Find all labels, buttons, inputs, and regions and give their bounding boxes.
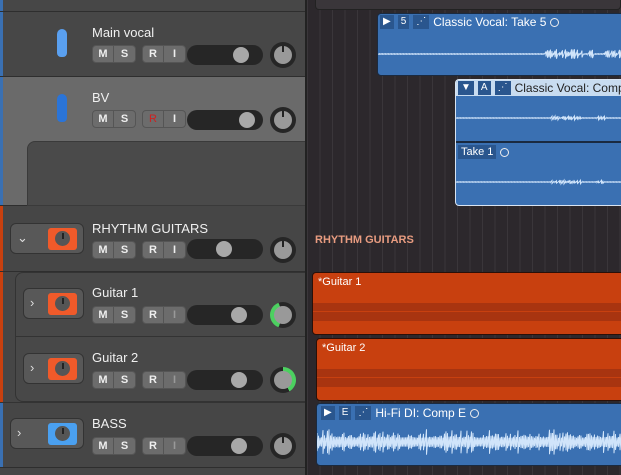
take-letter: E: [338, 406, 352, 420]
region-title: Hi-Fi DI: Comp E: [375, 406, 467, 420]
region-bv-comp[interactable]: ▼ A ⋰ Classic Vocal: Comp Take 1: [455, 79, 621, 206]
region-main-vocal[interactable]: ▶ 5 ⋰ Classic Vocal: Take 5: [377, 13, 621, 76]
waveform: [456, 114, 621, 122]
take-letter: A: [477, 81, 491, 95]
mute-button[interactable]: M: [93, 438, 114, 454]
track-header-bv[interactable]: BV MSRI: [0, 77, 307, 206]
pan-knob[interactable]: [270, 42, 296, 68]
track-header-guitar-2[interactable]: › Guitar 2 MSRI: [15, 337, 307, 402]
pan-knob[interactable]: [270, 367, 296, 393]
record-button[interactable]: R: [143, 46, 164, 62]
track-header-rhythm-guitars[interactable]: ⌄ RHYTHM GUITARS MSRI: [0, 206, 307, 272]
mute-button[interactable]: M: [93, 372, 114, 388]
solo-button[interactable]: S: [114, 46, 135, 62]
track-header-guitar-1[interactable]: › Guitar 1 MSRI: [15, 272, 307, 337]
rhythm-guitars-folder-label: RHYTHM GUITARS: [315, 234, 414, 246]
waveform-path: [317, 429, 621, 455]
pan-knob[interactable]: [270, 302, 296, 328]
waveform-path: [378, 49, 621, 59]
solo-button[interactable]: S: [114, 307, 135, 323]
waveform: [378, 49, 621, 59]
take-number: 5: [397, 15, 410, 29]
mute-button[interactable]: M: [93, 111, 114, 127]
play-icon[interactable]: ▶: [321, 406, 335, 420]
flex-icon[interactable]: ⋰: [494, 81, 511, 95]
track-name: Main vocal: [92, 25, 155, 40]
track-header-bass[interactable]: › BASS MSRI: [0, 402, 307, 468]
input-monitor-button[interactable]: I: [164, 307, 185, 323]
take-folder-disclosure-icon[interactable]: ▼: [458, 81, 474, 95]
record-button[interactable]: R: [143, 438, 164, 454]
region-guitar-2[interactable]: *Guitar 2: [316, 338, 621, 401]
tracks-area[interactable]: ▶ 5 ⋰ Classic Vocal: Take 5 ▼ A ⋰ Classic Voca…: [307, 0, 621, 475]
collapse-chevron-icon[interactable]: ⌄: [17, 230, 28, 246]
volume-fader[interactable]: [187, 110, 263, 130]
microphone-icon: [57, 94, 67, 122]
solo-button[interactable]: S: [114, 111, 135, 127]
solo-button[interactable]: S: [114, 372, 135, 388]
loop-circle-icon[interactable]: [550, 17, 560, 27]
region-title: *Guitar 1: [318, 276, 362, 288]
record-button[interactable]: R: [143, 242, 164, 258]
take-label: Take 1: [458, 145, 497, 159]
waveform: [317, 429, 621, 455]
record-button[interactable]: R: [143, 111, 164, 127]
take-lane-panel: [27, 141, 307, 206]
track-name: Guitar 1: [92, 285, 139, 300]
waveform-path: [456, 178, 621, 186]
solo-button[interactable]: S: [114, 438, 135, 454]
volume-fader[interactable]: [187, 305, 263, 325]
region-guitar-1[interactable]: *Guitar 1: [312, 272, 621, 335]
volume-fader[interactable]: [187, 239, 263, 259]
input-monitor-button[interactable]: I: [164, 46, 185, 62]
expand-chevron-icon[interactable]: ›: [30, 360, 34, 375]
flex-icon[interactable]: ⋰: [413, 15, 430, 29]
volume-fader[interactable]: [187, 370, 263, 390]
region-title: Classic Vocal: Take 5: [433, 15, 547, 29]
expand-chevron-icon[interactable]: ›: [17, 425, 21, 440]
input-monitor-button[interactable]: I: [164, 111, 185, 127]
region-title: Classic Vocal: Comp: [514, 81, 621, 95]
loop-circle-icon[interactable]: [470, 408, 480, 418]
track-header-main-vocal[interactable]: Main vocal MSRI: [0, 12, 307, 77]
volume-fader[interactable]: [187, 45, 263, 65]
track-name: BASS: [92, 416, 127, 431]
loop-circle-icon[interactable]: [500, 147, 510, 157]
waveform-path: [456, 114, 621, 122]
flex-icon[interactable]: ⋰: [355, 406, 372, 420]
region-title: *Guitar 2: [322, 342, 366, 354]
pan-knob[interactable]: [270, 107, 296, 133]
amp-icon: [48, 358, 77, 380]
track-name: Guitar 2: [92, 350, 139, 365]
record-button[interactable]: R: [143, 307, 164, 323]
region-bass[interactable]: ▶ E ⋰ Hi-Fi DI: Comp E: [316, 403, 621, 466]
input-monitor-button[interactable]: I: [164, 372, 185, 388]
amp-icon: [48, 423, 77, 445]
track-name: BV: [92, 90, 110, 105]
mute-button[interactable]: M: [93, 46, 114, 62]
record-button[interactable]: R: [143, 372, 164, 388]
pan-knob[interactable]: [270, 237, 296, 263]
expand-chevron-icon[interactable]: ›: [30, 295, 34, 310]
amp-icon: [48, 228, 77, 250]
waveform: [456, 178, 621, 186]
track-name: RHYTHM GUITARS: [92, 221, 209, 236]
input-monitor-button[interactable]: I: [164, 242, 185, 258]
mute-button[interactable]: M: [93, 307, 114, 323]
input-monitor-button[interactable]: I: [164, 438, 185, 454]
mute-button[interactable]: M: [93, 242, 114, 258]
play-icon[interactable]: ▶: [380, 15, 394, 29]
pan-knob[interactable]: [270, 433, 296, 459]
microphone-icon: [57, 29, 67, 57]
solo-button[interactable]: S: [114, 242, 135, 258]
amp-icon: [48, 293, 77, 315]
volume-fader[interactable]: [187, 436, 263, 456]
